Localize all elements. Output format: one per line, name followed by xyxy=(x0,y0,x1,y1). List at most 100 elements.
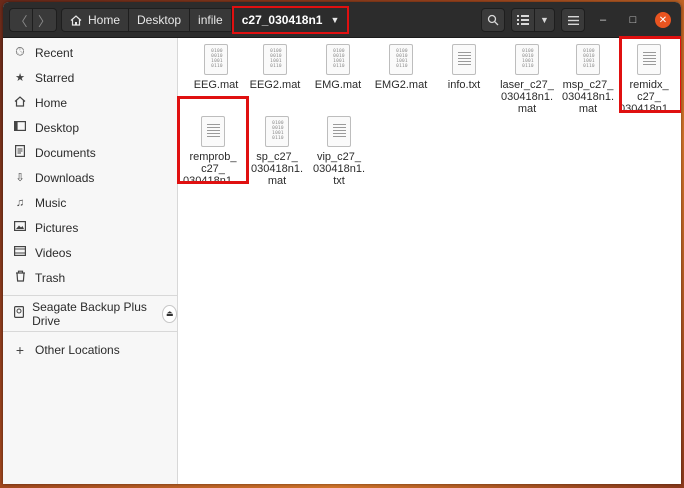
sidebar-item-label: Recent xyxy=(35,45,74,60)
sidebar-item-label: Videos xyxy=(35,245,72,260)
list-view-icon[interactable] xyxy=(512,9,534,31)
minimize-button[interactable]: – xyxy=(591,8,615,32)
eject-button[interactable]: ⏏ xyxy=(162,304,177,323)
binary-file-icon: 0100 0010 1001 0110 xyxy=(265,116,289,147)
binary-glyph: 0100 0010 1001 0110 xyxy=(270,49,282,69)
binary-glyph: 0100 0010 1001 0110 xyxy=(272,121,284,141)
file-name: vip_c27_ 030418n1. txt xyxy=(313,151,365,187)
plus-icon: + xyxy=(15,341,25,358)
file-item-laser-mat[interactable]: 0100 0010 1001 0110 laser_c27_ 030418n1. ma… xyxy=(495,42,559,115)
sidebar-item-label: Pictures xyxy=(35,220,79,235)
sidebar-item-videos[interactable]: Videos xyxy=(3,240,177,265)
highlight-box-remprob xyxy=(177,96,249,184)
pictures-icon xyxy=(13,221,27,234)
breadcrumb-current-folder[interactable]: c27_030418n1 ▼ xyxy=(231,6,350,34)
sidebar-item-label: Documents xyxy=(35,145,96,160)
file-item-sp-mat[interactable]: 0100 0010 1001 0110 sp_c27_ 030418n1. mat xyxy=(245,114,309,187)
file-name: EMG.mat xyxy=(314,79,362,91)
file-item-eeg-mat[interactable]: 0100 0010 1001 0110 EEG.mat xyxy=(184,42,248,91)
search-icon xyxy=(487,14,499,26)
file-name: EEG2.mat xyxy=(249,79,301,91)
hamburger-icon xyxy=(567,15,579,25)
binary-glyph: 0100 0010 1001 0110 xyxy=(522,49,534,69)
sidebar-item-recent[interactable]: 🕓︎ Recent xyxy=(3,40,177,65)
clock-icon: 🕓︎ xyxy=(15,46,25,58)
breadcrumb-current-label: c27_030418n1 xyxy=(241,13,323,27)
header-bar: 〈 〉 Home Desktop infile c27_030418n1 ▼ ▼… xyxy=(3,2,681,38)
file-name: sp_c27_ 030418n1. mat xyxy=(251,151,303,187)
close-button[interactable]: ✕ xyxy=(651,8,675,32)
navigation-buttons: 〈 〉 xyxy=(9,8,57,32)
sidebar-item-seagate-drive[interactable]: Seagate Backup Plus Drive ⏏ xyxy=(3,299,177,328)
file-grid: 0100 0010 1001 0110 EEG.mat 0100 0010 1001 011… xyxy=(177,36,681,484)
back-button[interactable]: 〈 xyxy=(9,8,33,32)
highlight-box-remidx xyxy=(619,36,681,113)
binary-file-icon: 0100 0010 1001 0110 xyxy=(263,44,287,75)
sidebar-divider xyxy=(3,331,177,332)
file-item-eeg2-mat[interactable]: 0100 0010 1001 0110 EEG2.mat xyxy=(243,42,307,91)
breadcrumb-desktop[interactable]: Desktop xyxy=(129,8,191,32)
search-button[interactable] xyxy=(481,8,505,32)
sidebar-item-label: Trash xyxy=(35,270,66,285)
home-icon xyxy=(13,95,27,110)
sidebar-item-label: Starred xyxy=(35,70,75,85)
binary-file-icon: 0100 0010 1001 0110 xyxy=(326,44,350,75)
sidebar-item-music[interactable]: ♫ Music xyxy=(3,190,177,215)
view-toggle[interactable]: ▼ xyxy=(511,8,555,32)
file-item-emg2-mat[interactable]: 0100 0010 1001 0110 EMG2.mat xyxy=(369,42,433,91)
sidebar-item-label: Seagate Backup Plus Drive xyxy=(32,299,147,328)
chevron-down-icon: ▼ xyxy=(330,15,340,25)
file-name: EEG.mat xyxy=(193,79,239,91)
sidebar-item-label: Desktop xyxy=(35,120,80,135)
file-name: info.txt xyxy=(447,79,481,91)
sidebar: 🕓︎ Recent ★ Starred Home Desktop Documen… xyxy=(3,38,178,484)
forward-button[interactable]: 〉 xyxy=(33,8,57,32)
close-icon: ✕ xyxy=(655,12,671,28)
sidebar-item-label: Home xyxy=(35,95,68,110)
file-name: msp_c27_ 030418n1. mat xyxy=(562,79,614,115)
binary-glyph: 0100 0010 1001 0110 xyxy=(583,49,595,69)
file-item-emg-mat[interactable]: 0100 0010 1001 0110 EMG.mat xyxy=(306,42,370,91)
sidebar-item-starred[interactable]: ★ Starred xyxy=(3,65,177,90)
text-file-icon xyxy=(327,116,351,147)
sidebar-item-label: Music xyxy=(35,195,67,210)
sidebar-item-other-locations[interactable]: + Other Locations xyxy=(3,337,177,362)
trash-icon xyxy=(13,270,27,285)
file-item-msp-mat[interactable]: 0100 0010 1001 0110 msp_c27_ 030418n1. mat xyxy=(556,42,620,115)
star-icon: ★ xyxy=(15,72,25,84)
sidebar-item-label: Downloads xyxy=(35,170,95,185)
sidebar-item-trash[interactable]: Trash xyxy=(3,265,177,290)
sidebar-item-desktop[interactable]: Desktop xyxy=(3,115,177,140)
binary-glyph: 0100 0010 1001 0110 xyxy=(396,49,408,69)
binary-file-icon: 0100 0010 1001 0110 xyxy=(515,44,539,75)
file-item-vip-txt[interactable]: vip_c27_ 030418n1. txt xyxy=(307,114,371,187)
breadcrumb-home[interactable]: Home xyxy=(61,8,130,32)
view-options-chevron-icon[interactable]: ▼ xyxy=(534,9,554,31)
sidebar-item-downloads[interactable]: ⇩ Downloads xyxy=(3,165,177,190)
download-icon: ⇩ xyxy=(15,172,25,184)
sidebar-divider xyxy=(3,295,177,296)
binary-glyph: 0100 0010 1001 0110 xyxy=(211,49,223,69)
binary-glyph: 0100 0010 1001 0110 xyxy=(333,49,345,69)
maximize-button[interactable]: □ xyxy=(621,8,645,32)
header-tools: ▼ – □ ✕ xyxy=(481,8,675,32)
documents-icon xyxy=(13,145,27,160)
breadcrumb: Home Desktop infile c27_030418n1 ▼ xyxy=(61,6,350,34)
videos-icon xyxy=(13,246,27,259)
file-name: EMG2.mat xyxy=(374,79,428,91)
breadcrumb-infile[interactable]: infile xyxy=(190,8,232,32)
binary-file-icon: 0100 0010 1001 0110 xyxy=(389,44,413,75)
binary-file-icon: 0100 0010 1001 0110 xyxy=(576,44,600,75)
desktop-icon xyxy=(13,121,27,134)
sidebar-item-label: Other Locations xyxy=(35,342,120,357)
home-icon xyxy=(70,14,82,26)
menu-button[interactable] xyxy=(561,8,585,32)
sidebar-item-documents[interactable]: Documents xyxy=(3,140,177,165)
sidebar-item-home[interactable]: Home xyxy=(3,90,177,115)
binary-file-icon: 0100 0010 1001 0110 xyxy=(204,44,228,75)
file-item-info-txt[interactable]: info.txt xyxy=(432,42,496,91)
music-icon: ♫ xyxy=(15,196,25,209)
drive-icon xyxy=(13,306,24,321)
sidebar-item-pictures[interactable]: Pictures xyxy=(3,215,177,240)
file-manager-window: 〈 〉 Home Desktop infile c27_030418n1 ▼ ▼… xyxy=(3,2,681,484)
